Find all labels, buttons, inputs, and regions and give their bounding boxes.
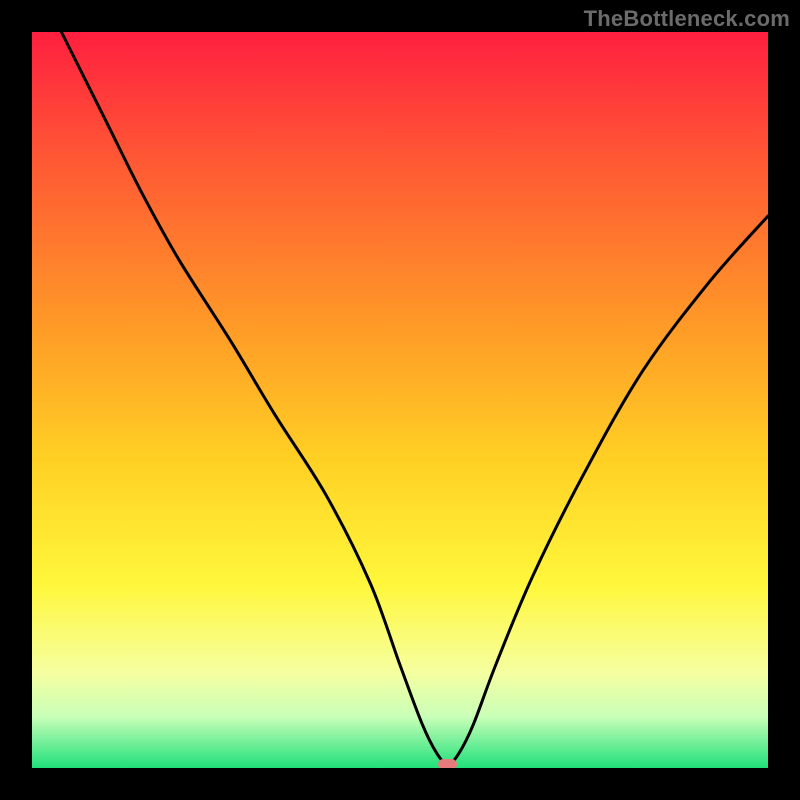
bottleneck-curve [61,32,768,764]
optimal-marker [438,759,457,768]
plot-area [32,32,768,768]
watermark-text: TheBottleneck.com [584,6,790,32]
chart-frame: TheBottleneck.com [0,0,800,800]
curve-layer [32,32,768,768]
